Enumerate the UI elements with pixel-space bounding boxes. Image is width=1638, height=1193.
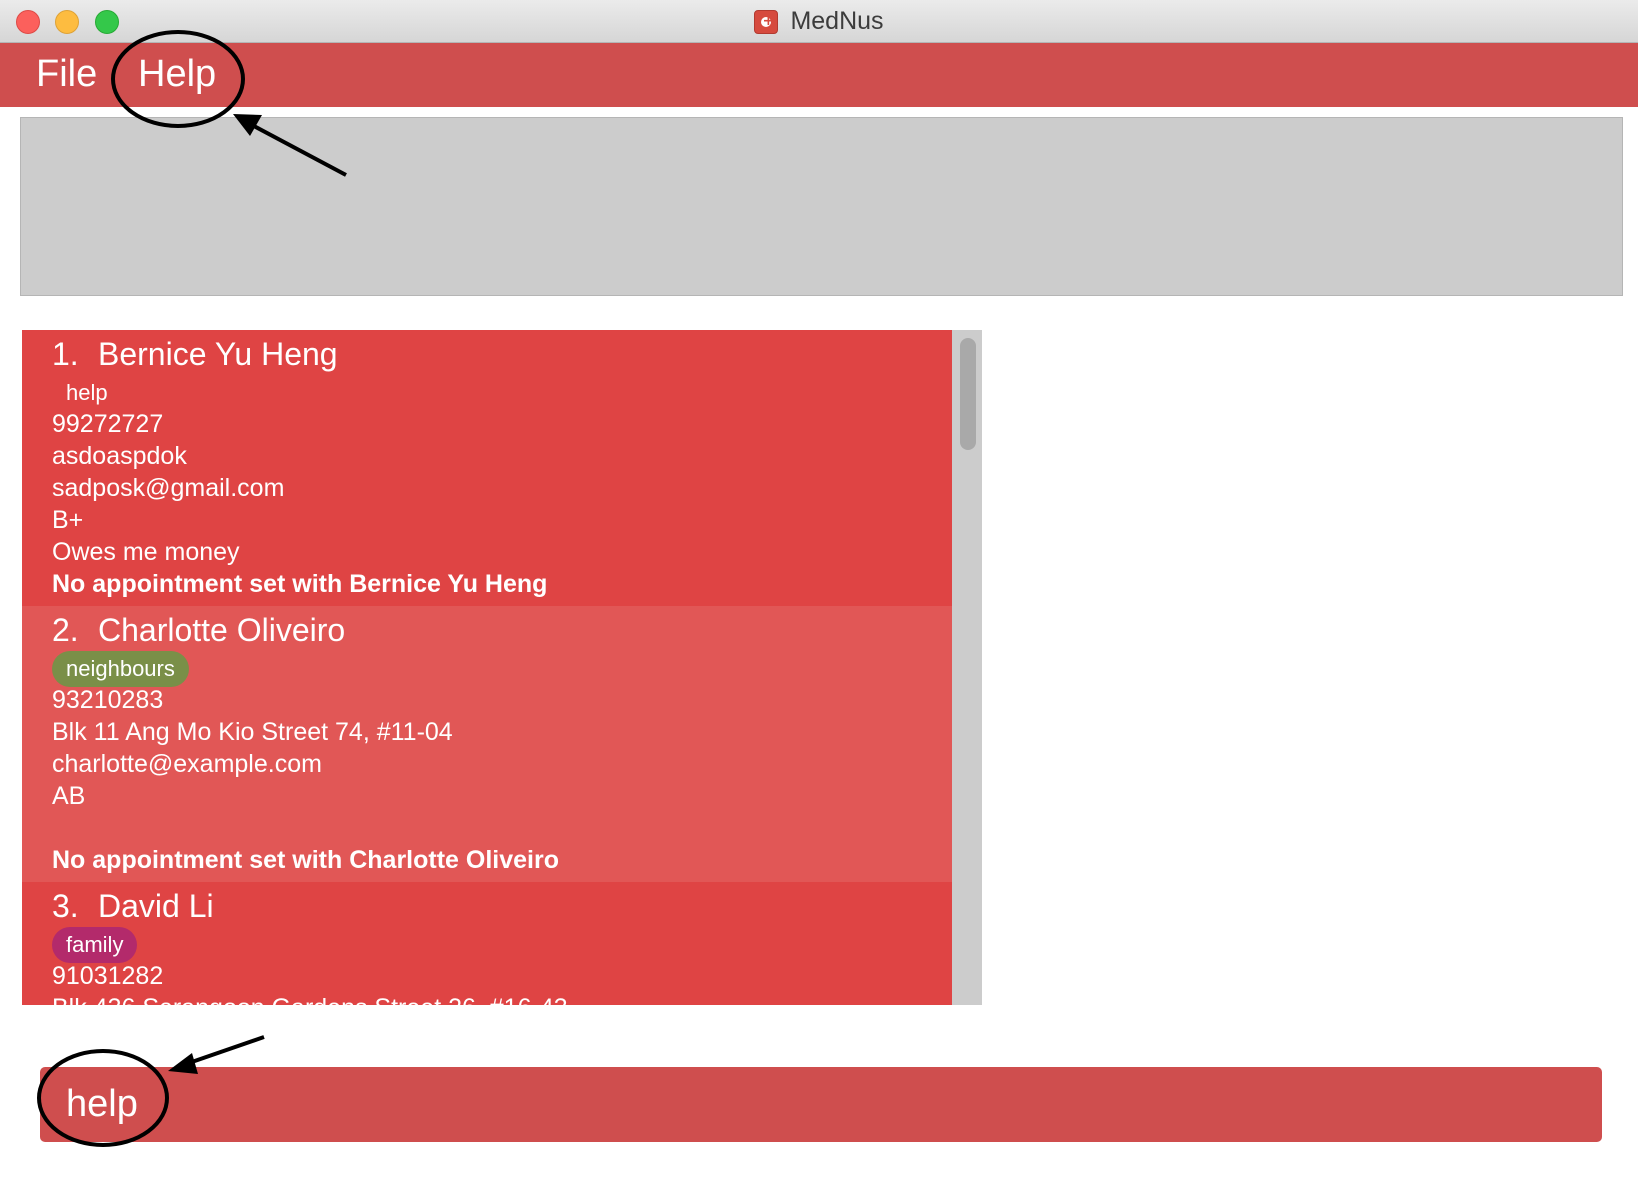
- person-address: asdoaspdok: [52, 442, 187, 470]
- person-phone: 93210283: [52, 686, 164, 714]
- result-display: [20, 117, 1623, 296]
- person-card[interactable]: 1. Bernice Yu Heng help 99272727 asdoaspd…: [22, 330, 952, 606]
- menu-file[interactable]: File: [36, 53, 97, 96]
- tag-badge: neighbours: [52, 651, 189, 687]
- person-header: 3. David Li: [52, 888, 214, 925]
- person-phone: 91031282: [52, 962, 164, 990]
- person-address: Blk 11 Ang Mo Kio Street 74, #11-04: [52, 718, 453, 746]
- window-title-group: MedNus: [0, 0, 1638, 43]
- tag-badge: help: [66, 380, 108, 405]
- person-index: 1.: [52, 336, 79, 372]
- person-address: Blk 436 Serangoon Gardens Street 26, #16…: [52, 993, 568, 1005]
- tag-badge: family: [52, 927, 138, 963]
- person-name: David Li: [98, 888, 214, 924]
- person-header: 1. Bernice Yu Heng: [52, 336, 338, 373]
- window-title: MedNus: [790, 7, 884, 35]
- person-card[interactable]: 3. David Li family 91031282 Blk 436 Seran…: [22, 882, 952, 1005]
- person-appointment: No appointment set with Bernice Yu Heng: [52, 570, 548, 598]
- app-icon: [754, 9, 779, 34]
- person-blood-type: AB: [52, 782, 86, 810]
- person-index: 2.: [52, 612, 79, 648]
- person-name: Bernice Yu Heng: [98, 336, 338, 372]
- person-phone: 99272727: [52, 410, 164, 438]
- command-input[interactable]: help: [40, 1067, 1602, 1142]
- menu-bar: File Help: [0, 43, 1638, 107]
- menu-help[interactable]: Help: [138, 53, 216, 96]
- command-input-value: help: [66, 1083, 138, 1125]
- person-card[interactable]: 2. Charlotte Oliveiro neighbours 93210283…: [22, 606, 952, 882]
- person-email: sadposk@gmail.com: [52, 474, 285, 502]
- scrollbar-thumb[interactable]: [960, 338, 976, 450]
- list-scrollbar[interactable]: [952, 330, 982, 1005]
- person-blood-type: B+: [52, 506, 84, 534]
- person-remark: Owes me money: [52, 538, 240, 566]
- title-bar: MedNus: [0, 0, 1638, 43]
- person-email: charlotte@example.com: [52, 750, 322, 778]
- person-list[interactable]: 1. Bernice Yu Heng help 99272727 asdoaspd…: [22, 330, 982, 1005]
- person-index: 3.: [52, 888, 79, 924]
- person-appointment: No appointment set with Charlotte Olivei…: [52, 846, 559, 874]
- person-header: 2. Charlotte Oliveiro: [52, 612, 345, 649]
- person-name: Charlotte Oliveiro: [98, 612, 346, 648]
